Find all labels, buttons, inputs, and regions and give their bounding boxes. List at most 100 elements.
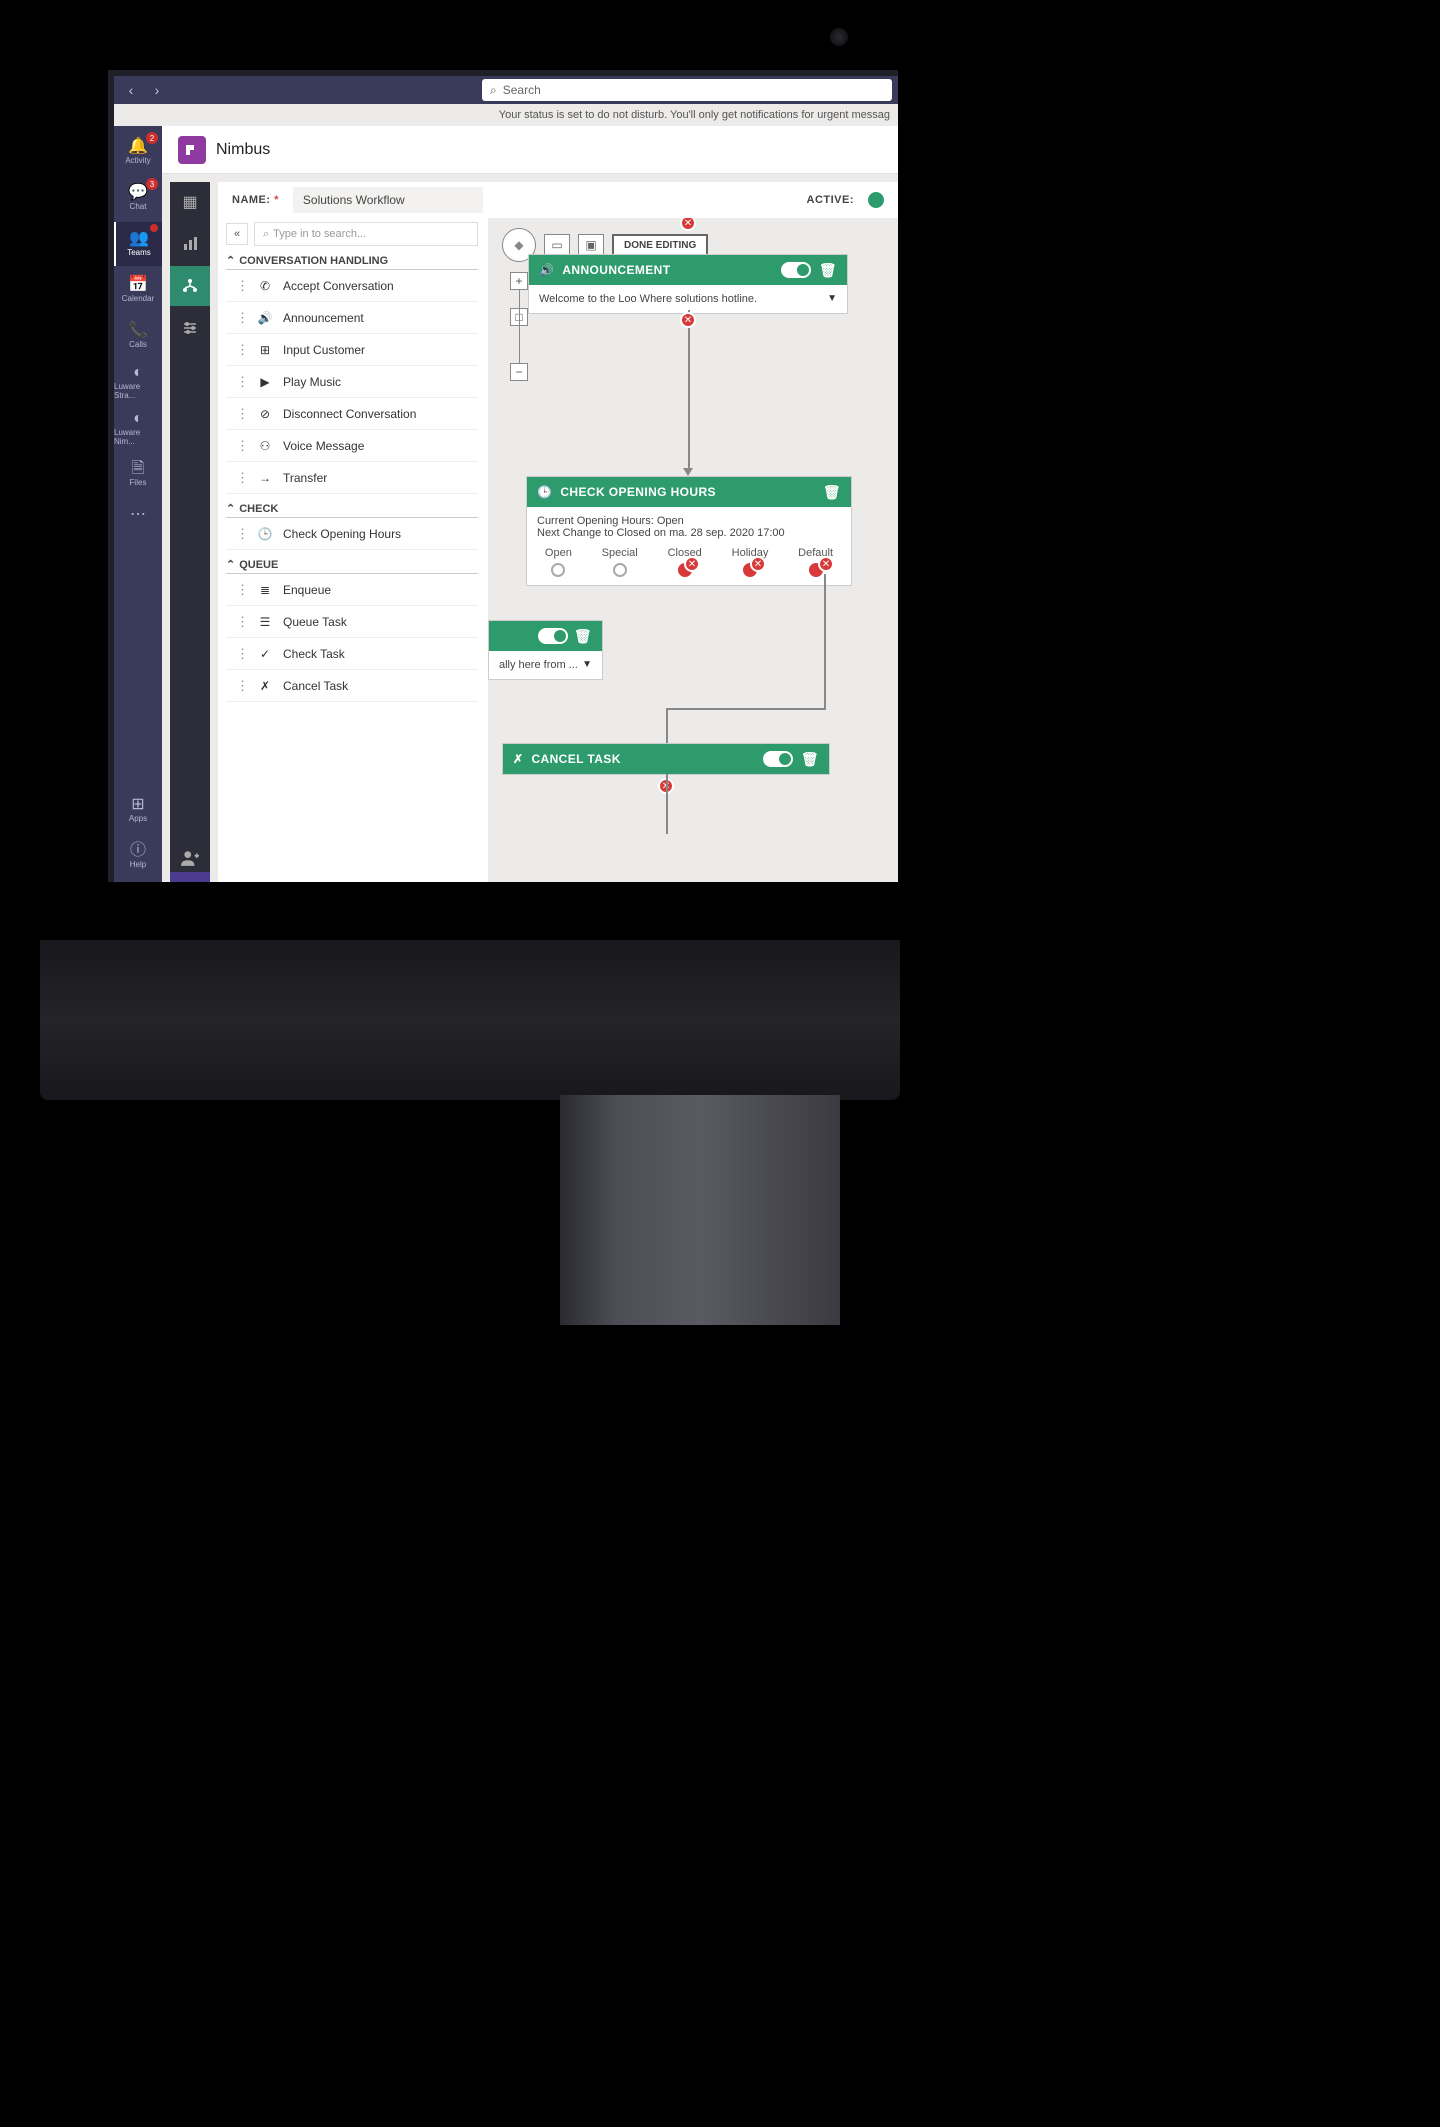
rail-teams[interactable]: 👥 Teams [114,222,162,266]
tree-item-disconnect[interactable]: ⋮⊘Disconnect Conversation [226,398,478,430]
grip-icon: ⋮ [236,526,247,542]
rail-luware-stra[interactable]: ◐ Luware Stra... [114,360,162,404]
grip-icon: ⋮ [236,374,247,390]
tree-item-cancel-task[interactable]: ⋮✗Cancel Task [226,670,478,702]
cancel-icon: ✗ [513,752,523,766]
delete-branch-default[interactable]: ✕ [818,556,834,572]
collapse-tree-button[interactable]: « [226,223,248,245]
node-toggle[interactable] [538,628,568,644]
toolbar-card-icon[interactable]: ▭ [544,234,570,256]
files-icon: 🗎 [132,461,145,477]
trash-icon[interactable]: 🗑 [574,628,592,645]
zoom-in-button[interactable]: + [510,272,528,290]
ns-settings[interactable] [170,308,210,348]
chat-badge: 3 [146,178,158,190]
rail-label: Apps [129,814,147,823]
tree-item-play-music[interactable]: ⋮▶Play Music [226,366,478,398]
caret-down-icon[interactable]: ▼ [827,293,837,304]
rail-label: Activity [125,156,150,165]
ns-grid[interactable]: ▦ [170,182,210,222]
back-button[interactable]: ‹ [120,79,142,101]
zoom-out-button[interactable]: − [510,363,528,381]
toolbar-stack-icon[interactable]: ▣ [578,234,604,256]
bell-icon: 🔔 [128,139,148,155]
chevron-up-icon: ⌃ [226,254,235,267]
rail-calendar[interactable]: 📅 Calendar [114,268,162,312]
delete-branch-holiday[interactable]: ✕ [750,556,766,572]
status-banner: Your status is set to do not disturb. Yo… [114,104,898,126]
rail-more[interactable]: ⋯ [130,504,146,524]
trash-icon[interactable]: 🗑 [819,262,837,279]
node-body-text: ally here from ... [499,659,578,671]
rail-apps[interactable]: ⊞ Apps [114,788,162,832]
ns-user[interactable] [181,849,199,872]
status-text: Your status is set to do not disturb. Yo… [499,109,890,121]
stack-icon: ≣ [257,583,273,597]
node-toggle[interactable] [763,751,793,767]
active-label: ACTIVE: [807,194,855,206]
nimbus-header: Nimbus [162,126,898,174]
workflow-tree: « ⌕ Type in to search... ⌃ CONVERSATION … [218,218,488,882]
rail-activity[interactable]: 🔔 Activity 2 [114,130,162,174]
list-icon: ☰ [257,615,273,629]
tree-item-check-task[interactable]: ⋮✓Check Task [226,638,478,670]
help-icon: ⓘ [130,843,146,859]
rail-calls[interactable]: 📞 Calls [114,314,162,358]
teams-titlebar: ‹ › ⌕ Search [114,76,898,104]
rail-help[interactable]: ⓘ Help [114,834,162,878]
rail-files[interactable]: 🗎 Files [114,452,162,496]
search-box[interactable]: ⌕ Search [482,79,892,101]
workflow-topbar: NAME: * ACTIVE: [218,182,898,218]
forward-button[interactable]: › [146,79,168,101]
delete-connector-button[interactable]: ✕ [680,312,696,328]
tree-search-input[interactable]: ⌕ Type in to search... [254,222,478,246]
workflow-canvas[interactable]: ▭ ▣ DONE EDITING + □ − ✕ [488,218,898,882]
workflow-name-input[interactable] [293,187,483,213]
node-toggle[interactable] [781,262,811,278]
ns-brand[interactable] [170,872,210,882]
nimbus-title: Nimbus [216,141,270,159]
branch-open[interactable]: Open [545,547,572,577]
apps-icon: ⊞ [131,797,144,813]
phone-icon: ✆ [257,279,273,293]
section-conversation[interactable]: ⌃ CONVERSATION HANDLING [226,254,478,270]
node-cancel-task[interactable]: ✗ CANCEL TASK 🗑 [502,743,830,775]
section-check[interactable]: ⌃ CHECK [226,502,478,518]
ns-stats[interactable] [170,224,210,264]
camera-dot [830,28,848,46]
tree-item-queue-task[interactable]: ⋮☰Queue Task [226,606,478,638]
node-title: CANCEL TASK [531,752,620,766]
grip-icon: ⋮ [236,470,247,486]
node-announcement[interactable]: 🔊 ANNOUNCEMENT 🗑 Welcome to the Loo Wher… [528,254,848,314]
tree-item-announcement[interactable]: ⋮🔊Announcement [226,302,478,334]
node-partial[interactable]: 🗑 ally here from ... ▼ [488,620,603,680]
monitor-bezel [40,940,900,1100]
clock-icon: 🕒 [257,527,273,541]
tree-item-input-customer[interactable]: ⋮⊞Input Customer [226,334,478,366]
rail-luware-nim[interactable]: ◐ Luware Nim... [114,406,162,450]
done-editing-button[interactable]: DONE EDITING [612,234,708,256]
grip-icon: ⋮ [236,278,247,294]
connector [666,708,668,746]
section-queue[interactable]: ⌃ QUEUE [226,558,478,574]
grip-icon: ⋮ [236,310,247,326]
tree-item-voice-message[interactable]: ⋮⚇Voice Message [226,430,478,462]
tree-item-enqueue[interactable]: ⋮≣Enqueue [226,574,478,606]
active-indicator[interactable] [868,192,884,208]
trash-icon[interactable]: 🗑 [801,751,819,768]
delete-branch-closed[interactable]: ✕ [684,556,700,572]
app-icon: ◐ [133,411,143,427]
rail-chat[interactable]: 💬 Chat 3 [114,176,162,220]
branch-special[interactable]: Special [602,547,638,577]
grip-icon: ⋮ [236,646,247,662]
chevron-up-icon: ⌃ [226,558,235,571]
arrow-down-icon [683,468,693,476]
trash-icon[interactable]: 🗑 [823,484,841,501]
search-icon: ⌕ [490,83,497,98]
tree-item-transfer[interactable]: ⋮→Transfer [226,462,478,494]
tree-item-check-opening[interactable]: ⋮🕒Check Opening Hours [226,518,478,550]
nimbus-sidebar: ▦ [170,182,210,882]
tree-item-accept[interactable]: ⋮✆Accept Conversation [226,270,478,302]
ns-workflow[interactable] [170,266,210,306]
caret-down-icon[interactable]: ▼ [582,659,592,670]
